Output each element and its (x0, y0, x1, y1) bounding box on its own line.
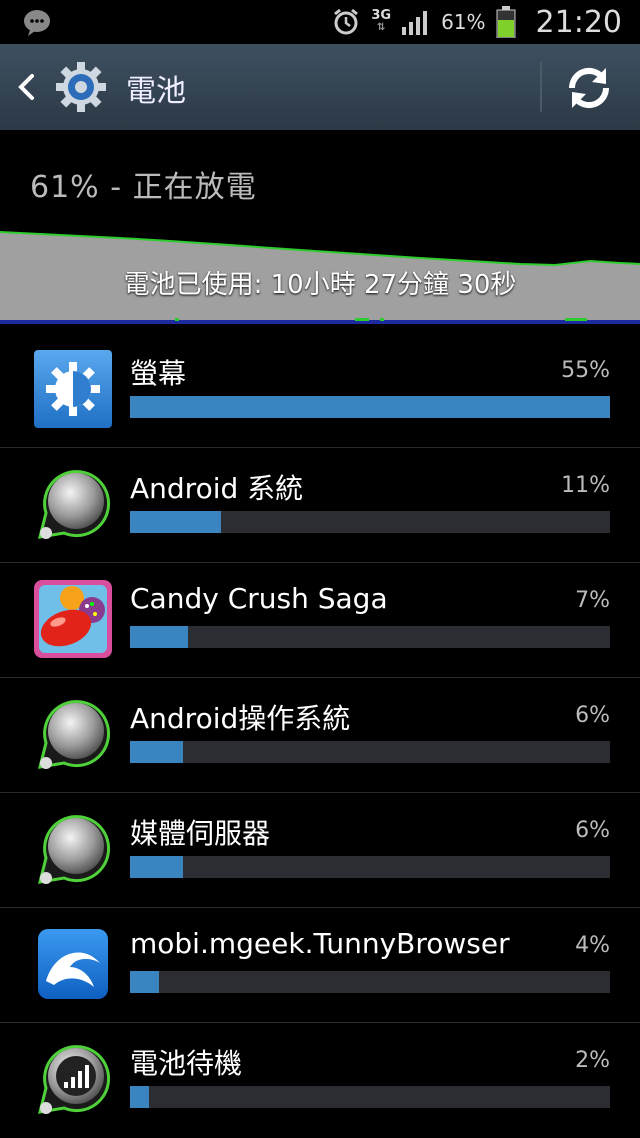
usage-bar-fill (130, 511, 222, 533)
app-name: 媒體伺服器 (130, 817, 271, 850)
list-item[interactable]: mobi.mgeek.TunnyBrowser 4% (0, 907, 640, 1023)
chat-icon (24, 10, 50, 36)
screen-icon (34, 350, 112, 428)
candy-crush-icon (34, 580, 112, 658)
usage-percent: 6% (575, 703, 610, 728)
back-icon[interactable] (14, 72, 40, 102)
usage-bar (130, 626, 610, 648)
usage-percent: 6% (575, 818, 610, 843)
usage-percent: 2% (575, 1048, 610, 1073)
list-item[interactable]: 電池待機 2% (0, 1022, 640, 1137)
settings-gear-icon (56, 62, 106, 112)
battery-icon (496, 6, 516, 38)
app-name: mobi.mgeek.TunnyBrowser (130, 927, 510, 960)
network-type: 3G ⇅ (371, 8, 392, 33)
page-title: 電池 (126, 74, 186, 109)
dolphin-browser-icon (38, 929, 108, 999)
list-item[interactable]: 媒體伺服器 6% (0, 792, 640, 908)
battery-summary: 61% - 正在放電 (0, 130, 640, 230)
usage-bar-fill (130, 1086, 150, 1108)
signal-icon (402, 11, 428, 35)
app-name: 電池待機 (130, 1047, 243, 1080)
cell-standby-icon (37, 1045, 110, 1114)
usage-percent: 11% (561, 473, 610, 498)
usage-bar (130, 856, 610, 878)
usage-bar-fill (130, 626, 188, 648)
alarm-icon (334, 8, 359, 35)
media-server-icon (37, 815, 110, 884)
battery-usage-time: 電池已使用: 10小時 27分鐘 30秒 (123, 270, 517, 300)
usage-percent: 7% (575, 588, 610, 613)
usage-percent: 55% (561, 358, 610, 383)
action-bar: 電池 (0, 44, 640, 130)
usage-bar-fill (130, 741, 183, 763)
divider (540, 62, 542, 112)
android-system-icon (37, 470, 110, 539)
usage-bar (130, 396, 610, 418)
usage-bar-fill (130, 396, 610, 418)
battery-percent: 61% (441, 10, 486, 34)
app-name: Android操作系統 (130, 702, 351, 735)
status-bar: 3G ⇅ 61% 21:20 (0, 0, 640, 44)
usage-percent: 4% (575, 933, 610, 958)
app-name: Android 系統 (130, 472, 304, 505)
usage-bar (130, 1086, 610, 1108)
list-item[interactable]: 螢幕 55% (0, 332, 640, 448)
list-item[interactable]: Candy Crush Saga 7% (0, 562, 640, 678)
usage-bar (130, 971, 610, 993)
list-item[interactable]: Android 系統 11% (0, 447, 640, 563)
app-name: Candy Crush Saga (130, 582, 388, 615)
battery-status: 61% - 正在放電 (30, 170, 257, 205)
usage-bar-fill (130, 971, 159, 993)
android-os-icon (37, 700, 110, 769)
usage-bar (130, 511, 610, 533)
clock: 21:20 (535, 4, 622, 40)
app-name: 螢幕 (130, 357, 187, 390)
usage-bar (130, 741, 610, 763)
list-item[interactable]: Android操作系統 6% (0, 677, 640, 793)
usage-bar-fill (130, 856, 183, 878)
refresh-icon[interactable] (560, 62, 618, 114)
